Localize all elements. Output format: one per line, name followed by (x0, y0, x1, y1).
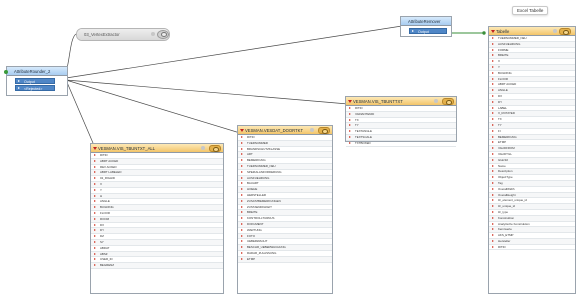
tabelle-attribute-list: TUERNUMMER_NEU AUSFUEHRUNG FORME BREITE X Y BU… (489, 36, 575, 251)
status-dot-icon (310, 128, 314, 132)
vertex-extractor-header[interactable]: 03_VertexExtractor (77, 29, 169, 40)
vesdat-node[interactable]: VESMAN.VESDAT_DOORTKT RITID TUERNUMMER BRA… (237, 125, 333, 294)
attribute-rounder-node[interactable]: AttributeRounder_2 Output <Rejected> (6, 66, 68, 96)
gear-icon[interactable] (157, 30, 169, 39)
output-port[interactable]: Output (15, 78, 55, 84)
gear-icon[interactable] (209, 145, 221, 152)
status-dot-icon (151, 32, 155, 36)
vesdat-attribute-list: RITID TUERNUMMER BRANDSCHUTZKLASSE ART BEMER… (238, 135, 332, 263)
input-connector-icon[interactable] (4, 70, 8, 74)
collapse-arrow-icon[interactable] (491, 30, 495, 33)
attribute-remover-title: AttributeRemover (408, 19, 441, 24)
vertex-extractor-title: 03_VertexExtractor (84, 32, 120, 37)
status-dot-icon (201, 146, 205, 150)
connection-rounder-to-tbuntxt (65, 79, 349, 105)
gear-icon[interactable] (318, 127, 330, 134)
tbunttxt-attribute-list: RITID VARIANTENID TX TY TEXTANGLE TEXTSCALE TX… (346, 106, 456, 147)
tbuntxt-all-attribute-list: RITID ABRT ACKED REV ACKED ABRT LABELED 02_R… (91, 153, 223, 269)
tabelle-node[interactable]: Tabelle TUERNUMMER_NEU AUSFUEHRUNG FORME BR… (488, 26, 576, 294)
tooltip-text: Excel Tabelle (517, 8, 544, 13)
attribute-port-row[interactable]: TXTBOXED (346, 141, 456, 147)
rejected-port-label: <Rejected> (24, 87, 43, 91)
output-port-label: Output (24, 80, 35, 84)
attribute-remover-header[interactable]: AttributeRemover (401, 17, 451, 26)
attribute-rounder-header[interactable]: AttributeRounder_2 (7, 67, 67, 76)
attribute-port-row[interactable]: BEGRENZ (91, 263, 223, 269)
status-dot-icon (434, 99, 438, 103)
remover-output-port[interactable]: Output (409, 28, 447, 34)
attribute-rounder-title: AttributeRounder_2 (14, 69, 51, 74)
remover-output-label: Output (418, 30, 429, 34)
collapse-arrow-icon[interactable] (240, 129, 244, 132)
tbunttxt-title: VESMAN.VIS_TBUNTTXT (353, 99, 403, 104)
rejected-port[interactable]: <Rejected> (15, 85, 55, 91)
gear-icon[interactable] (442, 98, 454, 105)
tbunttxt-node[interactable]: VESMAN.VIS_TBUNTTXT RITID VARIANTENID TX TY… (345, 96, 457, 147)
tabelle-header[interactable]: Tabelle (489, 27, 575, 36)
attribute-port-row[interactable]: ETMP (238, 256, 332, 263)
tbuntxt-all-node[interactable]: VESMAN.VIS_TBUNTXT_ALL RITID ABRT ACKED RE… (90, 143, 224, 294)
collapse-arrow-icon[interactable] (348, 100, 352, 103)
vesdat-title: VESMAN.VESDAT_DOORTKT (245, 128, 304, 133)
vertex-extractor-node[interactable]: 03_VertexExtractor (76, 28, 170, 41)
status-dot-icon (553, 29, 557, 33)
node-tooltip: Excel Tabelle (512, 6, 549, 15)
tbunttxt-header[interactable]: VESMAN.VIS_TBUNTTXT (346, 97, 456, 106)
connection-rounder-to-vesdat (65, 79, 241, 134)
tabelle-title: Tabelle (496, 29, 510, 34)
connection-rounder-to-tbuntxt-all (65, 79, 97, 151)
attribute-port-row[interactable]: RITID (489, 245, 575, 251)
tbuntxt-all-header[interactable]: VESMAN.VIS_TBUNTXT_ALL (91, 144, 223, 153)
workspace-canvas[interactable]: AttributeRounder_2 Output <Rejected> 03_… (0, 0, 582, 294)
attribute-remover-node[interactable]: AttributeRemover Output (400, 16, 452, 37)
tbuntxt-all-title: VESMAN.VIS_TBUNTXT_ALL (98, 146, 156, 151)
vesdat-header[interactable]: VESMAN.VESDAT_DOORTKT (238, 126, 332, 135)
gear-icon[interactable] (559, 28, 571, 35)
collapse-arrow-icon[interactable] (93, 147, 97, 150)
